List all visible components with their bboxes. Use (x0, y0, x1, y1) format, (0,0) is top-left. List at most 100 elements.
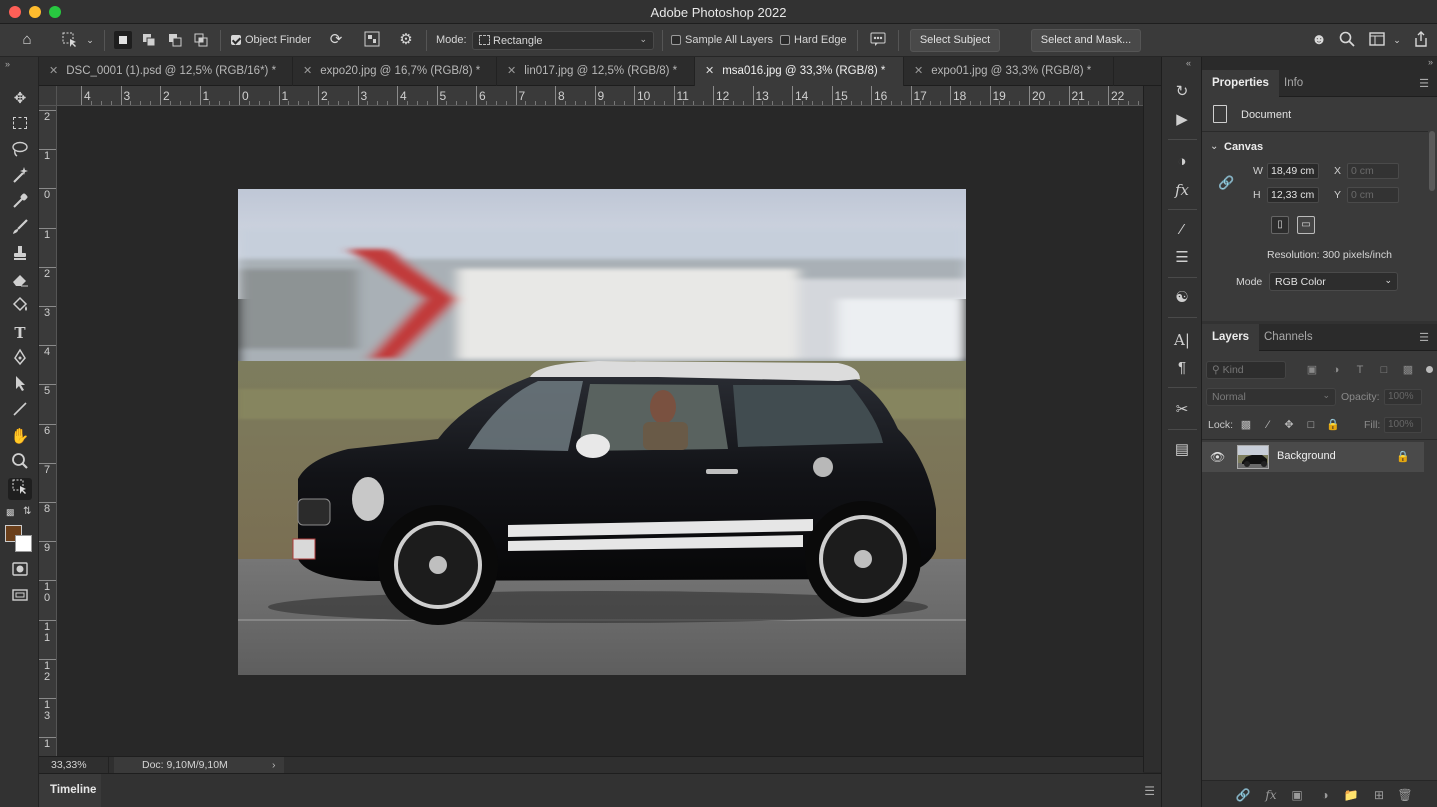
fill-field[interactable]: 100% (1384, 417, 1422, 433)
quick-mask-icon[interactable] (8, 560, 32, 582)
hard-edge-checkbox[interactable] (780, 35, 790, 45)
panel-menu-icon[interactable]: ☰ (1419, 331, 1429, 344)
screen-mode-icon[interactable] (8, 586, 32, 608)
path-select-icon[interactable] (8, 374, 32, 396)
eye-icon[interactable]: 👁 (1210, 450, 1225, 464)
pen-icon[interactable] (8, 348, 32, 370)
select-subject-button[interactable]: Select Subject (910, 29, 1000, 52)
lock-artboard-icon[interactable]: □ (1304, 418, 1318, 432)
ruler-origin[interactable] (39, 86, 57, 106)
tab-lin017[interactable]: ✕ lin017.jpg @ 12,5% (RGB/8) * (497, 57, 695, 86)
subtract-from-selection-icon[interactable] (164, 31, 186, 49)
stamp-icon[interactable] (8, 244, 32, 266)
background-color-swatch[interactable] (15, 535, 32, 552)
collapse-icon[interactable]: « (1186, 58, 1191, 68)
smart-object-filter-icon[interactable]: ▩ (1400, 362, 1416, 378)
tab-expo01[interactable]: ✕ expo01.jpg @ 33,3% (RGB/8) * (904, 57, 1114, 86)
vertical-ruler[interactable]: 210123456789101112131 (39, 106, 57, 756)
tools-icon[interactable]: ✂ (1171, 399, 1193, 421)
paragraph-icon[interactable]: ¶ (1171, 357, 1193, 379)
close-tab-icon[interactable]: ✕ (705, 65, 714, 77)
hand-icon[interactable]: ✋ (8, 426, 32, 448)
panel-menu-icon[interactable]: ☰ (1419, 77, 1429, 90)
filter-toggle-icon[interactable] (1426, 366, 1433, 373)
mode-select[interactable]: Rectangle ⌄ (472, 31, 654, 50)
chevron-down-icon[interactable]: ⌄ (84, 31, 96, 49)
object-select-icon[interactable] (8, 478, 32, 500)
gear-icon[interactable]: ⚙ (395, 31, 417, 49)
zoom-level[interactable]: 33,33% (39, 757, 109, 773)
collapse-icon[interactable]: » (1428, 57, 1433, 67)
clone-source-icon[interactable]: ☯ (1171, 287, 1193, 309)
panel-menu-icon[interactable]: ☰ (1144, 784, 1155, 798)
shape-filter-icon[interactable]: □ (1376, 362, 1392, 378)
blend-mode-select[interactable]: Normal ⌄ (1206, 388, 1336, 406)
libraries-icon[interactable]: ▤ (1171, 439, 1193, 461)
adjustment-filter-icon[interactable]: ◑ (1328, 362, 1344, 378)
layer-name[interactable]: Background (1277, 450, 1336, 462)
tab-timeline[interactable]: Timeline (39, 774, 101, 807)
type-filter-icon[interactable]: T (1352, 362, 1368, 378)
type-icon[interactable]: T (8, 322, 32, 344)
tab-msa016[interactable]: ✕ msa016.jpg @ 33,3% (RGB/8) * (695, 57, 904, 86)
link-icon[interactable]: 🔗 (1218, 175, 1234, 191)
fx-icon[interactable]: fx (1263, 787, 1279, 803)
new-adjustment-layer-icon[interactable]: ◑ (1317, 787, 1333, 803)
chevron-down-icon[interactable]: ⌄ (1210, 141, 1218, 152)
add-mask-icon[interactable]: ▣ (1289, 787, 1305, 803)
add-to-selection-icon[interactable] (138, 31, 160, 49)
tab-expo20[interactable]: ✕ expo20.jpg @ 16,7% (RGB/8) * (293, 57, 497, 86)
tab-info[interactable]: Info (1274, 70, 1313, 97)
chevron-down-icon[interactable]: ⌄ (1390, 31, 1404, 49)
magic-wand-icon[interactable] (8, 166, 32, 188)
properties-scrollbar[interactable] (1429, 131, 1435, 191)
home-icon[interactable]: ⌂ (16, 31, 38, 49)
close-tab-icon[interactable]: ✕ (303, 65, 312, 77)
lock-position-icon[interactable]: ✥ (1282, 418, 1296, 432)
object-select-tool-preset-icon[interactable] (58, 31, 82, 49)
lock-all-icon[interactable]: 🔒 (1326, 418, 1340, 432)
tab-channels[interactable]: Channels (1254, 324, 1323, 351)
canvas-x-field[interactable]: 0 cm (1347, 163, 1399, 179)
chevron-right-icon[interactable]: › (272, 759, 276, 771)
workspace-icon[interactable] (1366, 31, 1388, 49)
new-selection-icon[interactable] (111, 31, 135, 49)
tab-properties[interactable]: Properties (1202, 70, 1279, 97)
color-mode-select[interactable]: RGB Color ⌄ (1269, 272, 1398, 291)
new-layer-icon[interactable]: ⊞ (1371, 787, 1387, 803)
marquee-icon[interactable] (8, 114, 32, 136)
canvas-height-field[interactable]: 12,33 cm (1267, 187, 1319, 203)
new-group-icon[interactable]: 📁 (1343, 787, 1359, 803)
eyedropper-icon[interactable] (8, 192, 32, 214)
brush-settings-icon[interactable]: ⁄ (1171, 219, 1193, 241)
adjustments-icon[interactable]: ◑ (1171, 151, 1193, 173)
tab-dsc-0001[interactable]: ✕ DSC_0001 (1).psd @ 12,5% (RGB/16*) * (39, 57, 293, 86)
close-tab-icon[interactable]: ✕ (914, 65, 923, 77)
character-icon[interactable]: A| (1171, 329, 1193, 351)
doc-size-info[interactable]: Doc: 9,10M/9,10M (114, 757, 284, 773)
lasso-icon[interactable] (8, 140, 32, 162)
fx-icon[interactable]: fx (1171, 179, 1193, 201)
swap-colors-icon[interactable]: ⇅ (23, 506, 31, 517)
tab-layers[interactable]: Layers (1202, 324, 1260, 351)
history-icon[interactable]: ↻ (1171, 81, 1193, 103)
sample-all-layers-checkbox[interactable] (671, 35, 681, 45)
line-icon[interactable] (8, 400, 32, 422)
vertical-scrollbar[interactable] (1143, 86, 1161, 772)
tool-presets-icon[interactable]: ☰ (1171, 247, 1193, 269)
refresh-icon[interactable]: ⟳ (325, 31, 347, 49)
canvas-y-field[interactable]: 0 cm (1347, 187, 1399, 203)
share-icon[interactable] (1410, 31, 1432, 49)
play-action-icon[interactable]: ▶ (1171, 109, 1193, 131)
default-colors-icon[interactable]: ▩ (6, 507, 15, 518)
layer-row[interactable]: 👁 Background 🔒 (1202, 442, 1424, 472)
brush-icon[interactable] (8, 218, 32, 240)
opacity-field[interactable]: 100% (1384, 389, 1422, 405)
collapse-icon[interactable]: » (5, 59, 10, 69)
share-people-icon[interactable]: ☻ (1308, 31, 1330, 49)
intersect-selection-icon[interactable] (190, 31, 212, 49)
layer-filter-select[interactable]: ⚲ Kind (1206, 361, 1286, 379)
object-finder-checkbox[interactable] (231, 35, 241, 45)
lock-image-pixels-icon[interactable]: ⁄ (1261, 418, 1275, 432)
move-icon[interactable]: ✥ (8, 88, 32, 110)
